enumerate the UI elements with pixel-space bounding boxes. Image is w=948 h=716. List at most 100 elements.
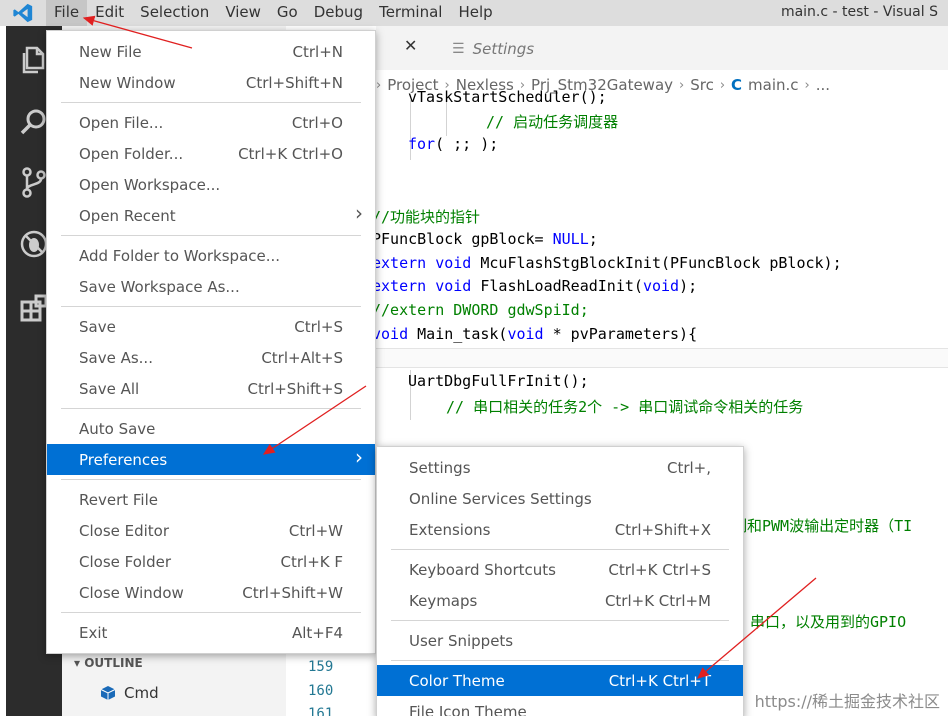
menu-item-shortcut: Ctrl+O [291, 113, 343, 132]
file-menu-item-save-as[interactable]: Save As... Ctrl+Alt+S [47, 342, 375, 373]
tab-settings[interactable]: ☰ Settings [452, 40, 534, 58]
c-file-icon: C [731, 76, 743, 94]
code-comment[interactable]: 串口，以及用到的GPIO [750, 611, 906, 632]
file-menu-item-save[interactable]: Save Ctrl+S [47, 311, 375, 342]
file-menu-item-revert-file[interactable]: Revert File [47, 484, 375, 515]
file-menu-item-open-workspace[interactable]: Open Workspace... [47, 169, 375, 200]
code-comment[interactable]: //extern DWORD gdwSpiId; [372, 301, 589, 319]
file-menu-item-add-folder-to-workspace[interactable]: Add Folder to Workspace... [47, 240, 375, 271]
menu-item-label: Save Workspace As... [79, 277, 240, 296]
outline-header[interactable]: ▾ OUTLINE [74, 656, 143, 670]
menu-selection[interactable]: Selection [132, 0, 217, 26]
menu-item-shortcut: Ctrl+Shift+X [614, 520, 711, 539]
prefs-menu-item-online-services-settings[interactable]: Online Services Settings [377, 483, 743, 514]
file-menu-item-auto-save[interactable]: Auto Save [47, 413, 375, 444]
menu-go[interactable]: Go [269, 0, 306, 26]
breadcrumb-item[interactable]: Src [690, 76, 714, 94]
code-line[interactable]: vTaskStartScheduler(); [408, 88, 607, 106]
menu-item-label: Settings [409, 458, 471, 477]
menu-item-label: Keymaps [409, 591, 478, 610]
menu-separator [61, 102, 361, 103]
menu-separator [61, 479, 361, 480]
prefs-menu-item-keymaps[interactable]: Keymaps Ctrl+K Ctrl+M [377, 585, 743, 616]
menu-item-shortcut: Ctrl+K Ctrl+T [608, 671, 711, 690]
code-line[interactable]: extern void McuFlashStgBlockInit(PFuncBl… [372, 254, 842, 272]
file-menu-item-open-file[interactable]: Open File... Ctrl+O [47, 107, 375, 138]
menu-file[interactable]: File [46, 0, 88, 26]
menu-item-label: Close Folder [79, 552, 171, 571]
prefs-menu-item-extensions[interactable]: Extensions Ctrl+Shift+X [377, 514, 743, 545]
file-menu-item-close-folder[interactable]: Close Folder Ctrl+K F [47, 546, 375, 577]
file-menu-item-open-folder[interactable]: Open Folder... Ctrl+K Ctrl+O [47, 138, 375, 169]
watermark: https://稀土掘金技术社区 [754, 692, 940, 711]
menu-item-label: Save As... [79, 348, 153, 367]
menu-item-shortcut: Ctrl+K F [280, 552, 344, 571]
menu-terminal[interactable]: Terminal [371, 0, 450, 26]
menu-debug[interactable]: Debug [306, 0, 371, 26]
file-menu-item-preferences[interactable]: Preferences › [47, 444, 375, 475]
prefs-menu-item-file-icon-theme[interactable]: File Icon Theme [377, 696, 743, 716]
menu-item-label: Save All [79, 379, 140, 398]
code-line[interactable]: void Main_task(void * pvParameters){ [372, 325, 697, 343]
menu-separator [391, 549, 729, 550]
menu-item-label: Revert File [79, 490, 158, 509]
menu-item-label: Auto Save [79, 419, 156, 438]
code-line[interactable]: for( ;; ); [408, 135, 498, 153]
code-comment[interactable]: // 启动任务调度器 [486, 111, 618, 132]
menu-item-label: Online Services Settings [409, 489, 592, 508]
menu-item-label: Open Workspace... [79, 175, 221, 194]
chevron-right-icon: › [355, 445, 363, 469]
menu-item-shortcut: Ctrl+N [292, 42, 343, 61]
prefs-menu-item-user-snippets[interactable]: User Snippets [377, 625, 743, 656]
menu-item-shortcut: Ctrl+Shift+S [247, 379, 343, 398]
code-line[interactable]: UartDbgFullFrInit(); [408, 372, 589, 390]
menu-view[interactable]: View [217, 0, 269, 26]
window-title: main.c - test - Visual S [780, 4, 938, 20]
code-comment[interactable]: 制和PWM波输出定时器（TI [732, 515, 912, 536]
menu-item-label: New Window [79, 73, 176, 92]
preferences-submenu: Settings Ctrl+, Online Services Settings Ex… [376, 446, 744, 716]
line-number: 159 [308, 659, 334, 675]
menu-item-label: Extensions [409, 520, 491, 539]
menu-item-label: Open File... [79, 113, 164, 132]
menu-item-label: Color Theme [409, 671, 505, 690]
file-menu-item-save-workspace-as[interactable]: Save Workspace As... [47, 271, 375, 302]
menu-bar: File Edit Selection View Go Debug Termin… [0, 0, 948, 26]
file-menu-item-close-editor[interactable]: Close Editor Ctrl+W [47, 515, 375, 546]
prefs-menu-item-settings[interactable]: Settings Ctrl+, [377, 452, 743, 483]
menu-separator [61, 408, 361, 409]
file-menu-item-exit[interactable]: Exit Alt+F4 [47, 617, 375, 648]
menu-item-shortcut: Ctrl+Shift+W [242, 583, 343, 602]
chevron-right-icon: › [719, 77, 726, 93]
file-menu-item-close-window[interactable]: Close Window Ctrl+Shift+W [47, 577, 375, 608]
menu-item-label: Save [79, 317, 116, 336]
file-menu-item-save-all[interactable]: Save All Ctrl+Shift+S [47, 373, 375, 404]
menu-item-label: Open Folder... [79, 144, 184, 163]
vscode-logo-icon [0, 0, 46, 26]
menu-edit[interactable]: Edit [87, 0, 132, 26]
menu-item-label: Preferences [79, 450, 168, 469]
menu-item-label: Add Folder to Workspace... [79, 246, 281, 265]
code-comment[interactable]: //功能块的指针 [372, 206, 480, 227]
menu-separator [391, 660, 729, 661]
menu-separator [61, 612, 361, 613]
file-menu-item-open-recent[interactable]: Open Recent › [47, 200, 375, 231]
breadcrumb-file[interactable]: main.c [748, 76, 799, 94]
breadcrumb-more[interactable]: ... [816, 76, 830, 94]
code-line[interactable]: PFuncBlock gpBlock= NULL; [372, 230, 598, 248]
outline-item[interactable]: Cmd [100, 684, 159, 702]
code-line[interactable]: extern void FlashLoadReadInit(void); [372, 277, 697, 295]
code-comment[interactable]: // 串口相关的任务2个 -> 串口调试命令相关的任务 [446, 396, 803, 417]
menu-help[interactable]: Help [450, 0, 500, 26]
file-menu-item-new-window[interactable]: New Window Ctrl+Shift+N [47, 67, 375, 98]
file-menu-item-new-file[interactable]: New File Ctrl+N [47, 36, 375, 67]
menu-item-shortcut: Alt+F4 [291, 623, 343, 642]
menu-separator [61, 306, 361, 307]
prefs-menu-item-color-theme[interactable]: Color Theme Ctrl+K Ctrl+T [377, 665, 743, 696]
menu-item-label: Exit [79, 623, 108, 642]
prefs-menu-item-keyboard-shortcuts[interactable]: Keyboard Shortcuts Ctrl+K Ctrl+S [377, 554, 743, 585]
file-menu: New File Ctrl+N New Window Ctrl+Shift+N Open… [46, 30, 376, 654]
menu-item-label: Keyboard Shortcuts [409, 560, 556, 579]
menu-separator [61, 235, 361, 236]
close-icon[interactable]: ✕ [404, 36, 417, 55]
